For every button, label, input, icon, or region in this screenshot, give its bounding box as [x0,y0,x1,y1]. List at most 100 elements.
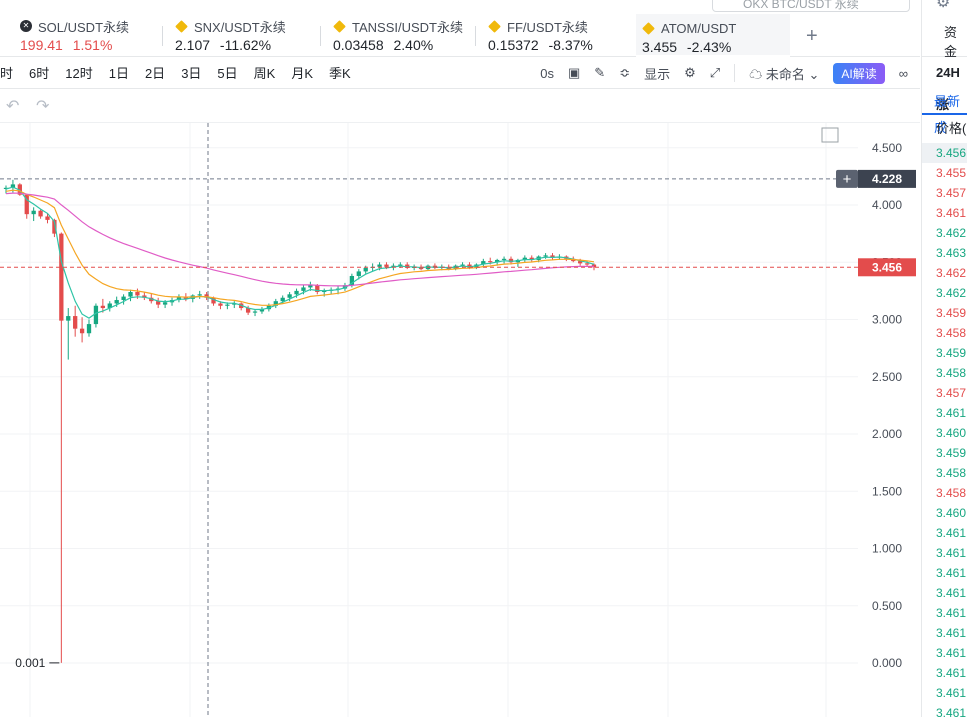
timeframe-option[interactable]: 月K [291,63,313,82]
candle-body [384,264,389,267]
trade-price-row: 3.463 [936,246,967,260]
ma-long-line [5,192,595,287]
candle-body [59,233,64,321]
chart-toolbar: 时 6时 12时 1日 2日 3日 5日 周K 月K 季K 0s ▣ ✎ ≎ 显示 ⚙ ⤢ ☁ 未… [0,57,920,89]
candle-body [79,328,85,334]
y-tick-label: 0.500 [872,599,902,613]
candle-body [38,210,43,217]
timeframe-option[interactable]: 2日 [145,63,165,82]
timeframe-option[interactable]: 3日 [181,63,201,82]
divider [734,64,736,82]
tab-change: 1.51% [68,37,113,53]
plus-icon[interactable]: + [843,171,852,188]
tab-symbol: FF/USDT永续 [507,19,588,35]
y-tick-label: 4.500 [872,141,902,155]
y-tick-label: 2.500 [872,370,902,384]
x-coin-icon: ✕ [20,20,32,32]
candle-body [252,311,258,313]
symbol-tab[interactable]: FF/USDT永续 0.15372 -8.37% [488,16,593,56]
tab-price: 199.41 [20,37,63,53]
tab-price: 3.455 [642,39,678,55]
trade-price-row: 3.461 [936,546,967,560]
cloud-icon: ☁ [749,66,763,82]
pencil-icon[interactable]: ✎ [594,65,605,81]
undo-icon[interactable]: ↶ [6,96,19,116]
tab-divider [320,26,321,46]
chevron-down-icon: ⌄ [808,66,820,82]
timeframe-option[interactable]: 周K [254,63,276,82]
candle-body [363,267,368,272]
candle-body [135,292,140,296]
candlestick-chart[interactable]: 0.0000.5001.0001.5002.0002.5003.0003.500… [0,123,920,717]
tab-change: -8.37% [544,37,593,53]
candle-body [377,264,382,267]
tab-divider [162,26,163,46]
latest-trades-tab[interactable]: 最新成 [922,89,967,135]
camera-icon[interactable]: ▣ [568,65,580,81]
candle-body [501,258,507,260]
candle-body [100,305,105,309]
candle-body [114,300,119,304]
fullscreen-icon[interactable]: ⤢ [710,65,720,81]
trade-price-row: 3.455 [936,166,967,180]
cloud-layout-button[interactable]: ☁ 未命名 ⌄ [749,64,819,83]
trade-price-row: 3.461 [936,406,967,420]
settings-icon[interactable]: ⚙ [684,65,696,81]
redo-icon[interactable]: ↷ [36,96,49,116]
candle-body [45,216,50,220]
tab-symbol: ATOM/USDT [661,20,737,36]
undo-redo-row: ↶ ↷ [0,89,920,123]
y-tick-label: 4.000 [872,198,902,212]
share-icon[interactable]: ∞ [899,66,908,81]
symbol-tab[interactable]: SNX/USDT永续 2.107 -11.62% [175,16,286,56]
trade-price-row: 3.461 [936,586,967,600]
candle-body [197,294,202,296]
trade-price-row: 3.459 [936,306,967,320]
timeframe-option[interactable]: 5日 [217,63,237,82]
expand-icon[interactable] [821,127,839,143]
timeframe-option[interactable]: 6时 [29,63,49,82]
timeframe-option[interactable]: 时 [0,63,13,82]
indicator-icon[interactable]: ≎ [619,65,630,81]
funds-tab[interactable]: 资金 [944,22,967,60]
timeframe-option[interactable]: 1日 [109,63,129,82]
timeframe-option[interactable]: 12时 [65,63,92,82]
trade-price-row: 3.458 [936,326,967,340]
trade-price-row: 3.462 [936,266,967,280]
trade-price-row: 3.460 [936,506,967,520]
gear-icon[interactable]: ⚙ [936,0,950,12]
trade-price-row: 3.461 [936,206,967,220]
tab-change: -2.43% [683,39,732,55]
add-tab-button[interactable]: + [806,26,818,46]
trade-price-row: 3.461 [936,666,967,680]
candle-body [31,210,36,215]
symbol-tab[interactable]: ATOM/USDT 3.455 -2.43% [636,14,790,57]
candle-body [280,297,285,302]
tab-price: 2.107 [175,37,211,53]
24h-tab[interactable]: 24H涨 [922,57,967,112]
interval-os[interactable]: 0s [540,66,554,81]
trade-price-row: 3.457 [936,386,967,400]
symbol-tabs-bar: OKX BTC/USDT 永续 ✕ SOL/USDT永续 199.41 1.51% S… [0,0,920,57]
tab-price: 0.03458 [333,37,384,53]
symbol-tab[interactable]: ✕ SOL/USDT永续 199.41 1.51% [20,16,129,56]
symbol-search-input[interactable]: OKX BTC/USDT 永续 [712,0,910,12]
trade-price-row: 3.456 [922,143,967,163]
diamond-coin-icon [333,19,346,33]
trade-price-row: 3.461 [936,566,967,580]
symbol-tab[interactable]: TANSSI/USDT永续 0.03458 2.40% [333,16,463,56]
candle-body [543,255,548,257]
tab-divider [475,26,476,46]
last-price-label: 3.456 [872,260,902,274]
trade-price-row: 3.462 [936,286,967,300]
ai-analysis-button[interactable]: AI解读 [833,62,885,84]
show-button[interactable]: 显示 [644,64,670,83]
candle-body [86,324,92,334]
candle-body [218,303,223,306]
timeframe-option[interactable]: 季K [329,63,351,82]
tab-symbol: SNX/USDT永续 [194,19,286,35]
trade-price-row: 3.459 [936,346,967,360]
y-tick-label: 0.000 [872,656,902,670]
trade-price-row: 3.457 [936,186,967,200]
trade-price-row: 3.460 [936,426,967,440]
